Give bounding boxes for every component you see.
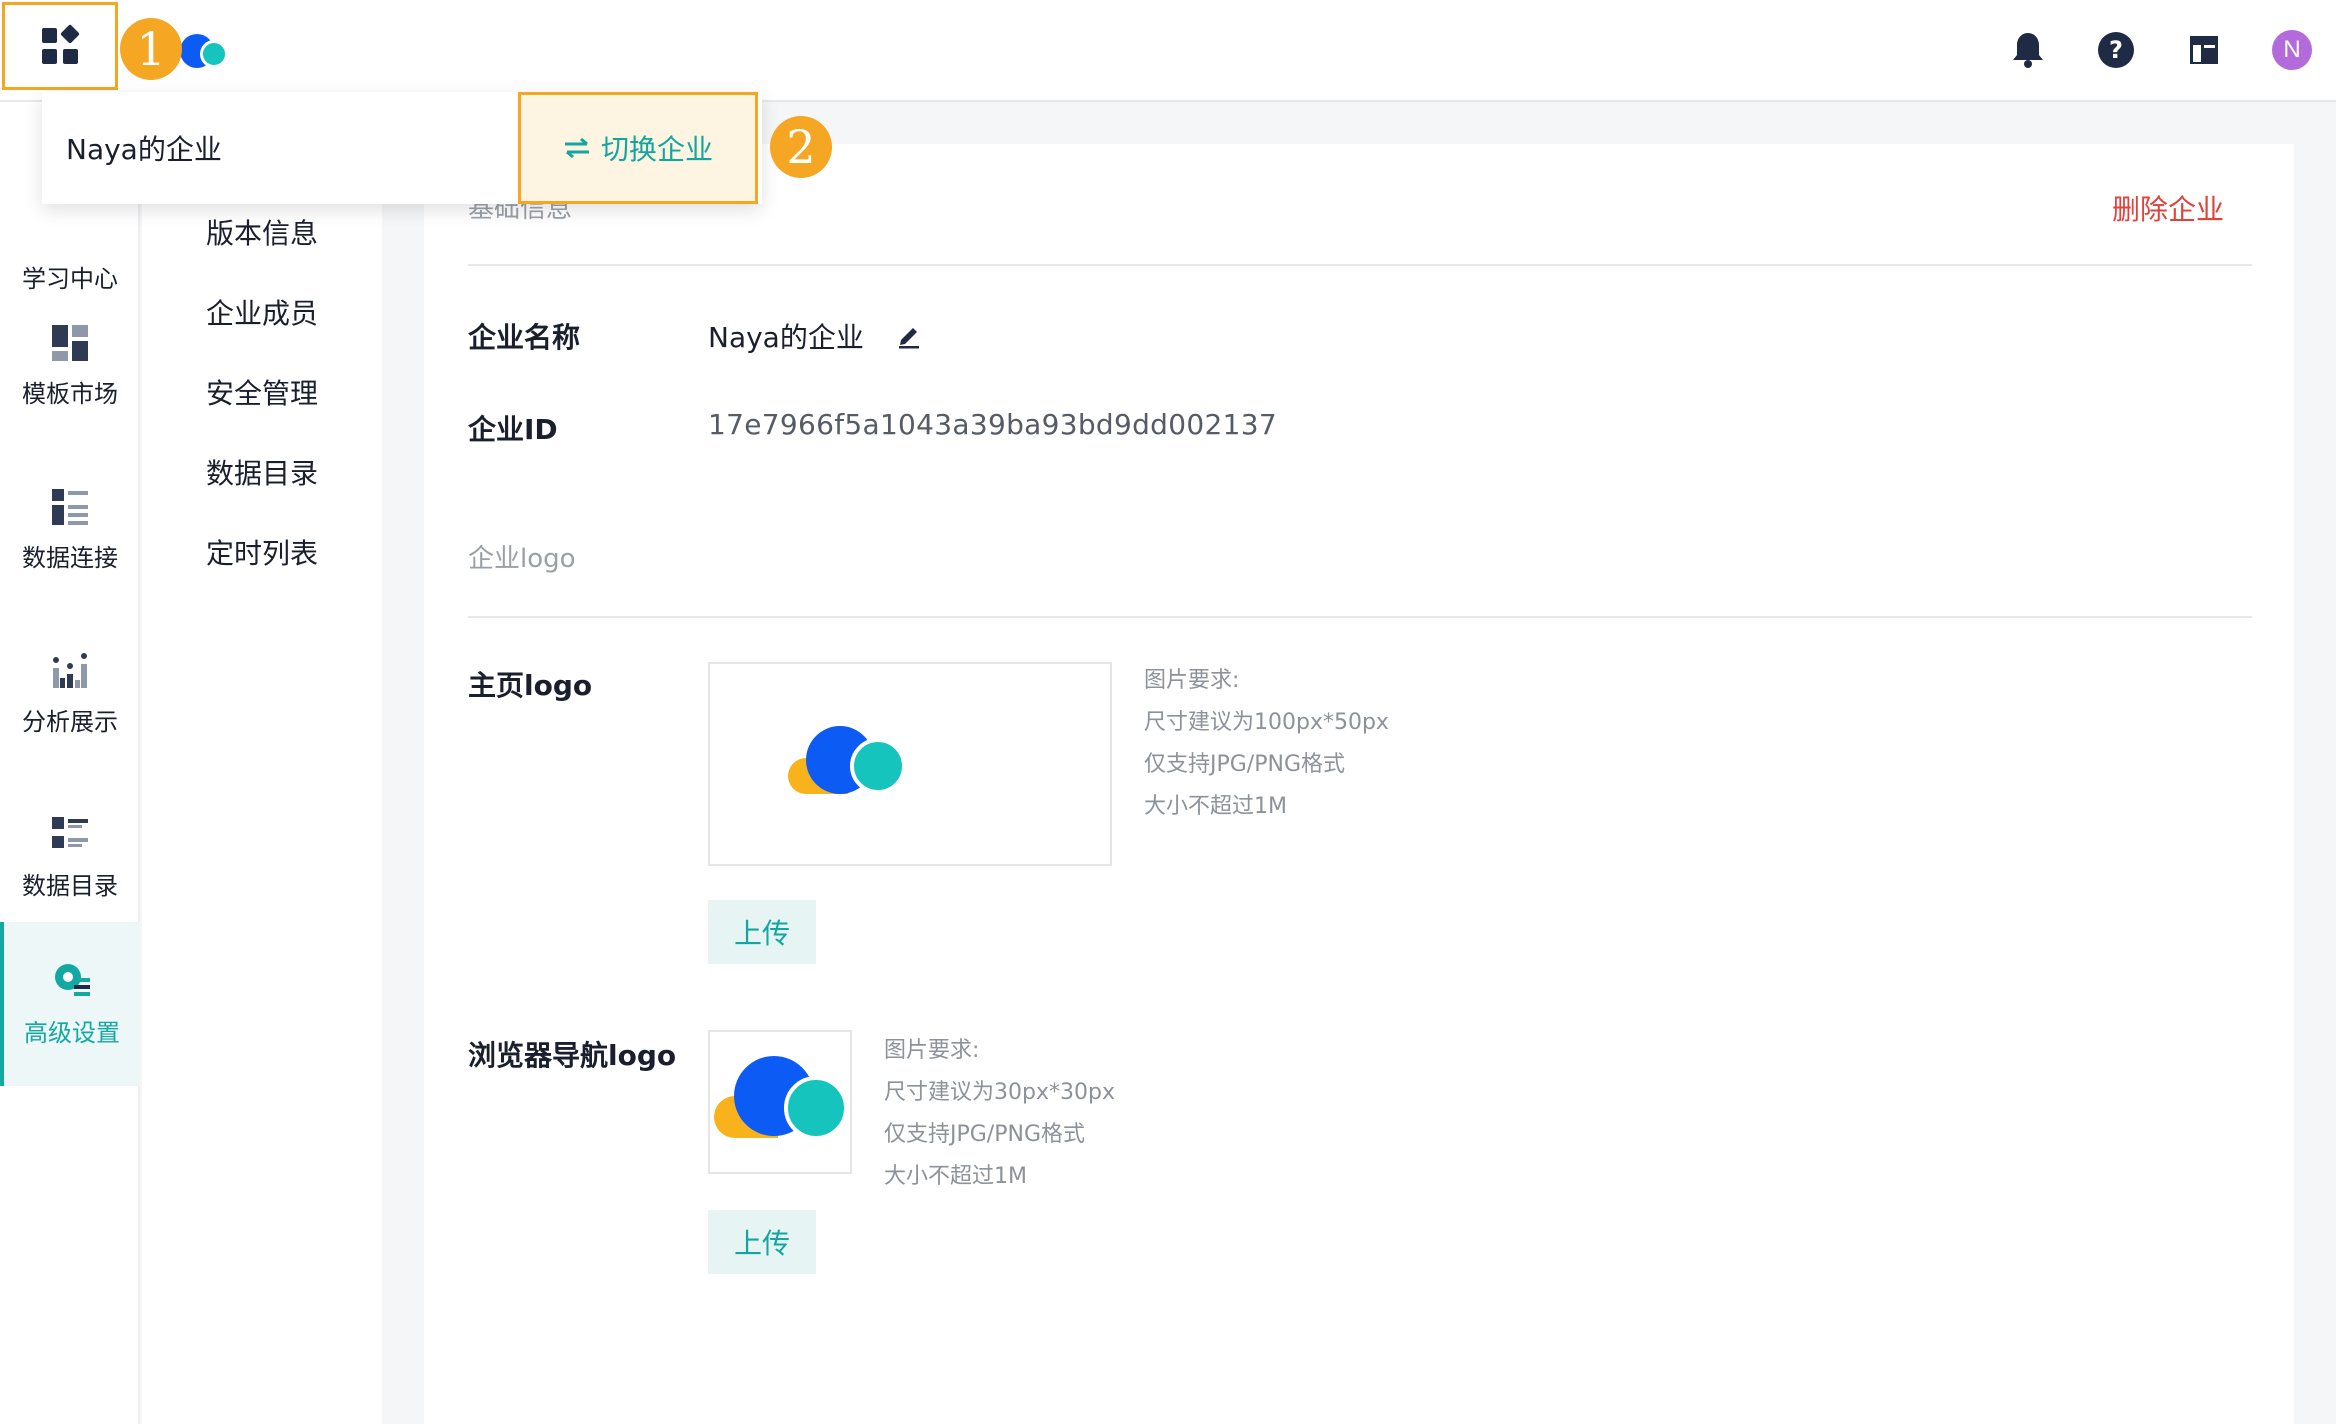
nav-item-data-connection[interactable]: 数据连接 bbox=[0, 448, 140, 612]
nav-item-advanced-settings[interactable]: 高级设置 bbox=[0, 922, 140, 1086]
edit-icon[interactable] bbox=[895, 322, 923, 357]
requirement-format: 仅支持JPG/PNG格式 bbox=[884, 1122, 1085, 1147]
browser-logo-requirements: 图片要求: 尺寸建议为30px*30px 仅支持JPG/PNG格式 大小不超过1… bbox=[884, 1030, 1115, 1198]
top-bar: ? N bbox=[0, 0, 2336, 102]
enterprise-name-row: Naya的企业 bbox=[708, 316, 923, 357]
divider bbox=[468, 616, 2252, 618]
browser-logo-preview bbox=[708, 1030, 852, 1174]
subnav-item-security[interactable]: 安全管理 bbox=[206, 372, 318, 412]
user-avatar[interactable]: N bbox=[2248, 6, 2336, 94]
home-logo-image bbox=[788, 724, 908, 804]
divider bbox=[468, 264, 2252, 266]
step-1-badge: 1 bbox=[120, 18, 182, 80]
avatar: N bbox=[2272, 30, 2312, 70]
subnav-item-data-catalog[interactable]: 数据目录 bbox=[206, 452, 318, 492]
nav-item-template-market[interactable]: 模板市场 bbox=[0, 284, 140, 448]
swap-arrows-icon bbox=[564, 137, 589, 159]
current-enterprise-name[interactable]: Naya的企业 bbox=[66, 128, 222, 168]
product-logo[interactable] bbox=[180, 34, 230, 70]
requirement-filesize: 大小不超过1M bbox=[884, 1164, 1027, 1189]
enterprise-name-label: 企业名称 bbox=[468, 321, 581, 354]
switch-enterprise-button[interactable]: 切换企业 bbox=[518, 92, 758, 204]
template-market-icon bbox=[52, 324, 88, 361]
settings-subnav: 版本信息 企业成员 安全管理 数据目录 定时列表 bbox=[142, 102, 382, 1424]
analysis-icon bbox=[53, 652, 87, 688]
subnav-item-schedule[interactable]: 定时列表 bbox=[206, 532, 318, 572]
section-enterprise-logo: 企业logo bbox=[468, 544, 576, 574]
left-nav: 学习中心 模板市场 数据连接 分析展示 数据目录 高级设置 bbox=[0, 102, 140, 1424]
nav-label: 分析展示 bbox=[22, 707, 118, 736]
nav-label: 模板市场 bbox=[22, 379, 118, 408]
requirement-size: 尺寸建议为30px*30px bbox=[884, 1080, 1115, 1105]
home-logo-label: 主页logo bbox=[468, 669, 593, 702]
nav-label: 数据连接 bbox=[22, 543, 118, 572]
apps-menu-button[interactable] bbox=[2, 2, 118, 90]
nav-item-data-catalog[interactable]: 数据目录 bbox=[0, 776, 140, 940]
data-connection-icon bbox=[52, 488, 88, 525]
enterprise-settings-card: 基础信息 删除企业 企业名称 Naya的企业 企业ID 17e7966f5a10… bbox=[424, 144, 2294, 1424]
requirement-filesize: 大小不超过1M bbox=[1144, 794, 1287, 819]
browser-logo-upload-button[interactable]: 上传 bbox=[708, 1210, 816, 1274]
enterprise-id-label: 企业ID bbox=[468, 413, 558, 446]
bell-icon[interactable] bbox=[1984, 6, 2072, 94]
enterprise-name-value: Naya的企业 bbox=[708, 321, 864, 354]
step-2-badge: 2 bbox=[770, 116, 832, 178]
nav-label: 高级设置 bbox=[24, 1018, 120, 1047]
svg-text:?: ? bbox=[2109, 36, 2123, 64]
help-icon[interactable]: ? bbox=[2072, 6, 2160, 94]
switch-enterprise-label: 切换企业 bbox=[600, 133, 713, 166]
home-logo-upload-button[interactable]: 上传 bbox=[708, 900, 816, 964]
requirement-title: 图片要求: bbox=[1144, 668, 1240, 693]
nav-label: 数据目录 bbox=[22, 871, 118, 900]
layout-icon[interactable] bbox=[2160, 6, 2248, 94]
browser-logo-image bbox=[714, 1052, 850, 1152]
subnav-item-members[interactable]: 企业成员 bbox=[206, 292, 318, 332]
data-catalog-icon bbox=[52, 816, 88, 848]
top-icons: ? N bbox=[1984, 0, 2336, 100]
delete-enterprise-link[interactable]: 删除企业 bbox=[2112, 188, 2224, 228]
home-logo-preview bbox=[708, 662, 1112, 866]
requirement-title: 图片要求: bbox=[884, 1038, 980, 1063]
requirement-format: 仅支持JPG/PNG格式 bbox=[1144, 752, 1345, 777]
requirement-size: 尺寸建议为100px*50px bbox=[1144, 710, 1389, 735]
subnav-item-version[interactable]: 版本信息 bbox=[206, 212, 318, 252]
enterprise-id-value: 17e7966f5a1043a39ba93bd9dd002137 bbox=[708, 408, 1277, 441]
home-logo-requirements: 图片要求: 尺寸建议为100px*50px 仅支持JPG/PNG格式 大小不超过… bbox=[1144, 660, 1389, 828]
nav-item-analysis[interactable]: 分析展示 bbox=[0, 612, 140, 776]
advanced-settings-icon bbox=[55, 963, 90, 996]
enterprise-dropdown: Naya的企业 切换企业 bbox=[42, 92, 762, 204]
browser-logo-label: 浏览器导航logo bbox=[468, 1039, 677, 1072]
apps-grid-icon bbox=[42, 24, 80, 64]
